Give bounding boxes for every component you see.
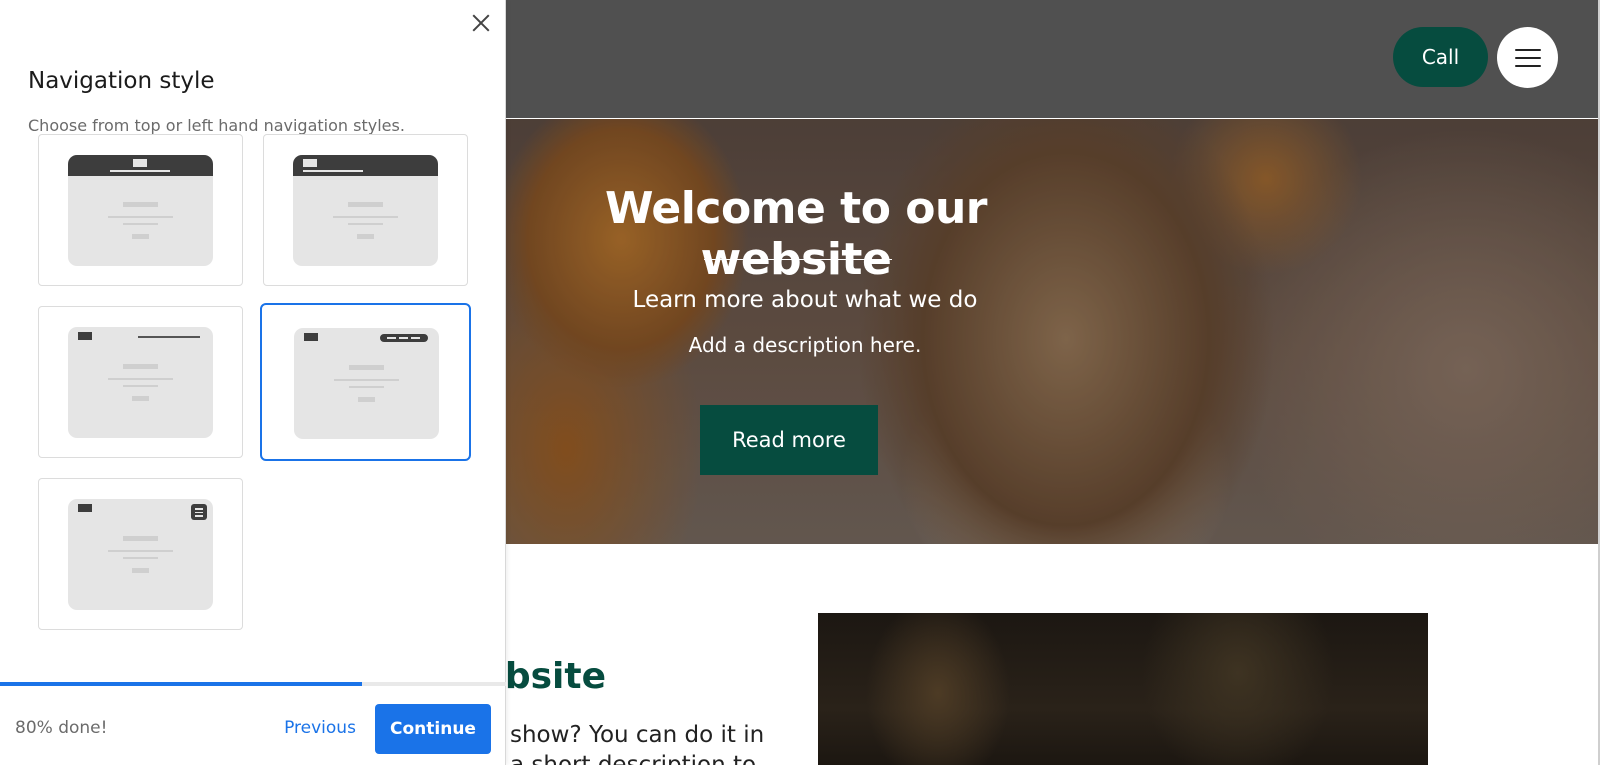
thumbnail-logo xyxy=(303,159,317,167)
read-more-button[interactable]: Read more xyxy=(700,405,878,475)
thumbnail-placeholder xyxy=(132,568,149,573)
about-body-line: show? You can do it in xyxy=(510,722,765,748)
layout-thumbnail-icon xyxy=(293,155,438,266)
hero-section: Welcome to our website Learn more about … xyxy=(506,119,1600,544)
previous-button[interactable]: Previous xyxy=(276,712,364,744)
layout-thumbnail-icon xyxy=(294,328,439,439)
layout-thumbnail-icon xyxy=(68,327,213,438)
hamburger-menu-button[interactable] xyxy=(1497,27,1558,88)
nav-option-top-right-pill[interactable] xyxy=(260,303,471,461)
layout-thumbnail-icon xyxy=(68,155,213,266)
thumbnail-logo xyxy=(304,333,318,341)
thumbnail-pill-nav xyxy=(380,334,428,342)
thumbnail-placeholder xyxy=(123,557,158,559)
thumbnail-placeholder xyxy=(357,234,374,239)
about-body-line: a short description to xyxy=(510,752,757,765)
thumbnail-nav-links xyxy=(303,170,363,172)
about-section-image xyxy=(818,613,1428,765)
navigation-style-panel: Navigation style Choose from top or left… xyxy=(0,0,506,765)
thumbnail-nav-links xyxy=(138,336,200,338)
thumbnail-logo xyxy=(133,159,147,167)
thumbnail-placeholder xyxy=(123,223,158,225)
layout-thumbnail-icon xyxy=(68,499,213,610)
thumbnail-placeholder xyxy=(108,378,173,380)
thumbnail-placeholder xyxy=(132,396,149,401)
hero-divider xyxy=(704,259,892,260)
about-section-title: bsite xyxy=(506,656,606,697)
thumbnail-placeholder xyxy=(349,365,384,370)
thumbnail-placeholder xyxy=(123,385,158,387)
thumbnail-placeholder xyxy=(123,364,158,369)
thumbnail-placeholder xyxy=(123,202,158,207)
thumbnail-placeholder xyxy=(349,386,384,388)
thumbnail-placeholder xyxy=(348,223,383,225)
panel-subtitle: Choose from top or left hand navigation … xyxy=(28,116,405,135)
thumbnail-placeholder xyxy=(132,234,149,239)
thumbnail-hamburger-icon xyxy=(191,504,207,520)
progress-label: 80% done! xyxy=(15,718,108,738)
continue-button[interactable]: Continue xyxy=(375,704,491,754)
thumbnail-header-bar xyxy=(293,155,438,176)
nav-option-top-centered[interactable] xyxy=(38,134,243,286)
close-icon[interactable] xyxy=(466,8,496,38)
thumbnail-logo xyxy=(78,504,92,512)
about-section-body: show? You can do it in a short descripti… xyxy=(510,720,780,765)
hamburger-menu-icon-line xyxy=(1514,64,1541,67)
hero-description: Add a description here. xyxy=(688,333,922,357)
thumbnail-placeholder xyxy=(108,550,173,552)
nav-option-hamburger[interactable] xyxy=(38,478,243,630)
thumbnail-nav-links xyxy=(110,170,170,172)
thumbnail-placeholder xyxy=(358,397,375,402)
hero-subtitle: Learn more about what we do xyxy=(632,287,978,313)
thumbnail-placeholder xyxy=(348,202,383,207)
thumbnail-header-bar xyxy=(68,155,213,176)
progress-bar-fill xyxy=(0,682,362,686)
thumbnail-placeholder xyxy=(123,536,158,541)
website-preview: Call Welcome to our website Learn more a… xyxy=(506,0,1600,765)
thumbnail-placeholder xyxy=(333,216,398,218)
thumbnail-logo xyxy=(78,332,92,340)
site-header: Call xyxy=(506,0,1600,118)
call-button[interactable]: Call xyxy=(1393,27,1488,87)
hamburger-menu-icon xyxy=(1514,48,1541,51)
panel-title: Navigation style xyxy=(28,68,215,94)
hamburger-menu-icon-line xyxy=(1514,56,1541,59)
progress-bar xyxy=(0,682,506,686)
hero-title: Welcome to our website xyxy=(604,183,988,285)
thumbnail-placeholder xyxy=(108,216,173,218)
nav-option-top-left[interactable] xyxy=(263,134,468,286)
nav-option-top-right-links[interactable] xyxy=(38,306,243,458)
thumbnail-placeholder xyxy=(334,379,399,381)
